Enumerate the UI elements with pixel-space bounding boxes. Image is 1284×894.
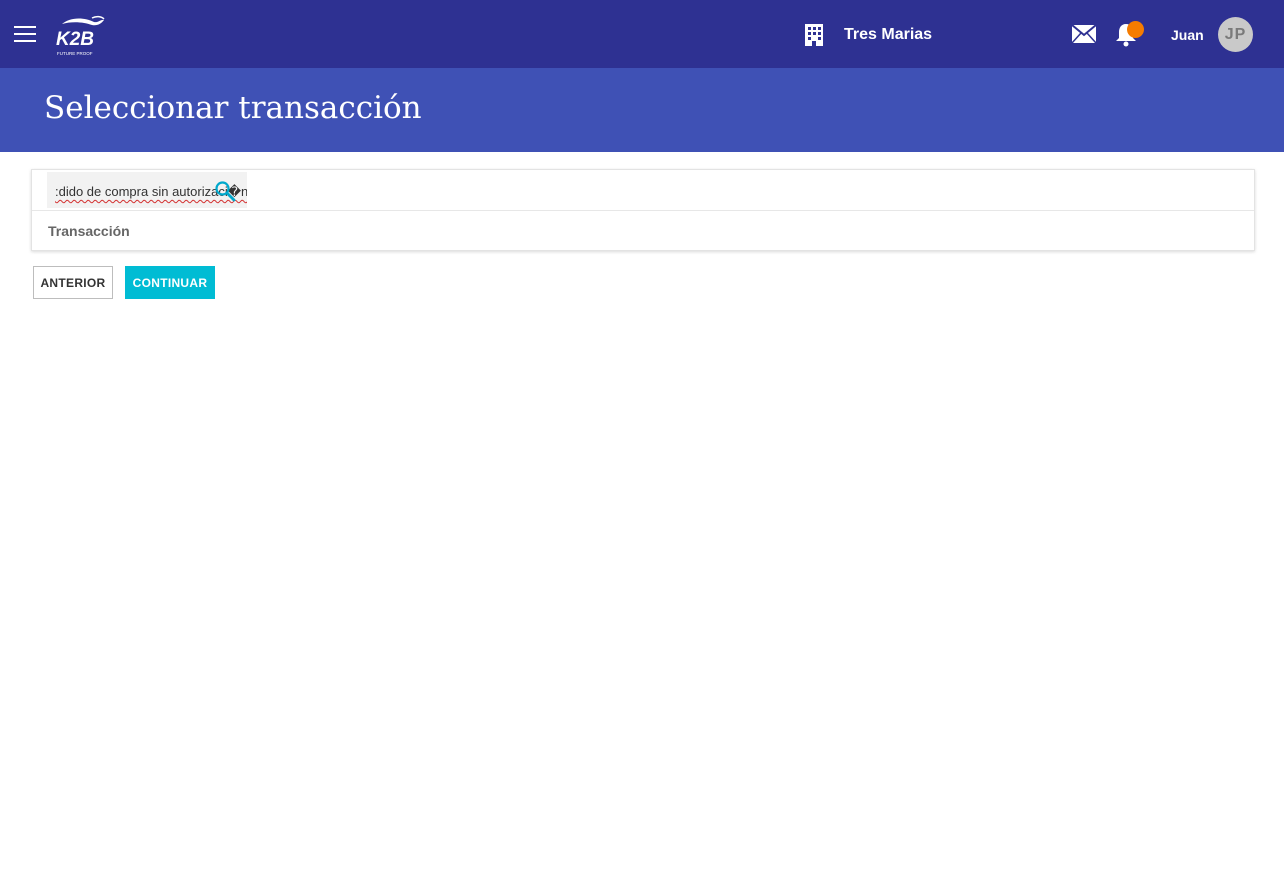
top-app-bar: K2B FUTURE PROOF Tres Marias Juan JP xyxy=(0,0,1284,68)
k2b-logo[interactable]: K2B FUTURE PROOF xyxy=(54,14,108,58)
previous-button[interactable]: ANTERIOR xyxy=(33,266,113,299)
logo-text: K2B xyxy=(56,29,94,50)
search-field[interactable]: :dido de compra sin autorizaci�n xyxy=(47,172,247,208)
building-icon xyxy=(805,24,823,46)
company-name: Tres Marias xyxy=(844,26,933,43)
search-icon[interactable] xyxy=(213,179,237,203)
menu-icon[interactable] xyxy=(14,26,36,44)
column-header-transaccion[interactable]: Transacción xyxy=(48,223,130,239)
notification-badge xyxy=(1127,21,1144,38)
avatar[interactable]: JP xyxy=(1218,17,1253,52)
divider xyxy=(32,210,1254,211)
continue-button[interactable]: CONTINUAR xyxy=(125,266,215,299)
page-title: Seleccionar transacción xyxy=(44,90,422,126)
transaction-grid: :dido de compra sin autorizaci�n Transac… xyxy=(31,169,1255,251)
logo-tagline: FUTURE PROOF xyxy=(57,51,93,56)
user-name[interactable]: Juan xyxy=(1171,27,1204,43)
mail-icon[interactable] xyxy=(1071,24,1097,44)
company-selector[interactable]: Tres Marias xyxy=(804,22,932,48)
